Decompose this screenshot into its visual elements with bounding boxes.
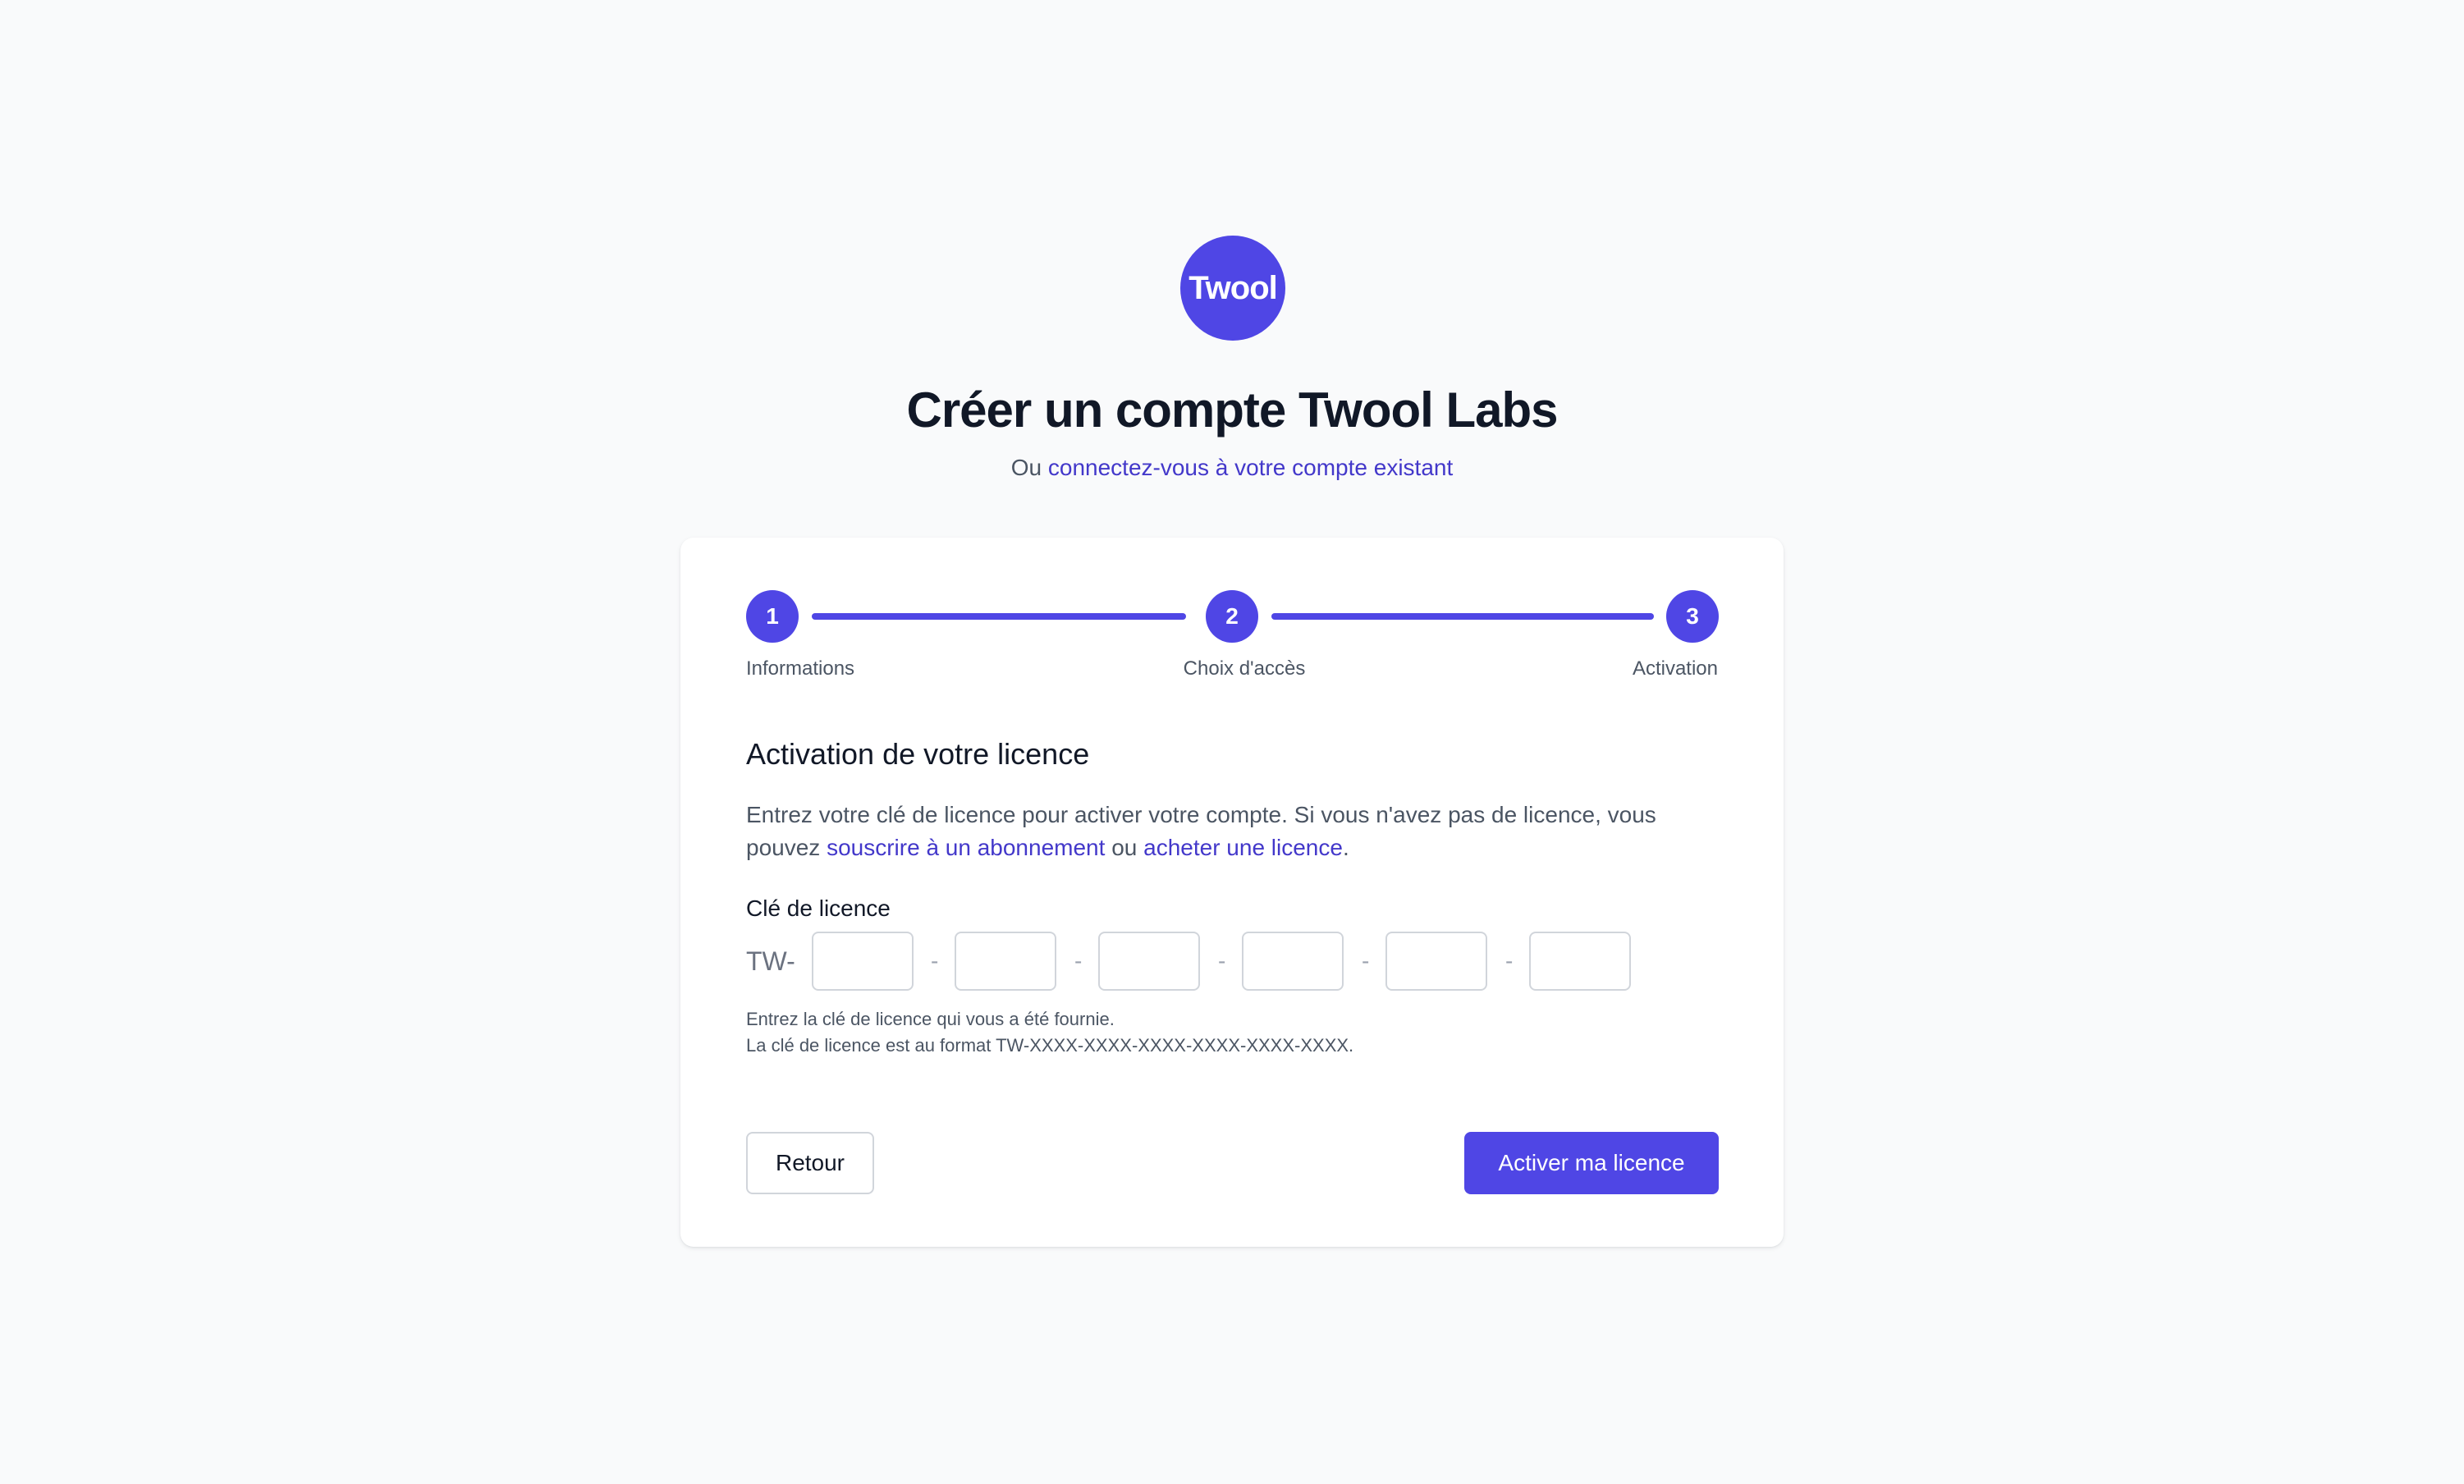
subscribe-link[interactable]: souscrire à un abonnement — [827, 835, 1105, 860]
step-2-number: 2 — [1225, 603, 1239, 629]
license-key-separator: - — [1362, 948, 1370, 973]
license-key-separator: - — [931, 948, 939, 973]
back-button[interactable]: Retour — [746, 1132, 874, 1194]
license-key-help: Entrez la clé de licence qui vous a été … — [746, 1006, 1353, 1059]
license-key-label: Clé de licence — [746, 895, 891, 921]
license-key-prefix: TW- — [746, 946, 795, 976]
license-key-segment-1[interactable] — [812, 932, 914, 991]
step-1-indicator: 1 — [746, 590, 799, 643]
section-title: Activation de votre licence — [746, 737, 1090, 771]
step-2-indicator: 2 — [1206, 590, 1258, 643]
step-1-label: Informations — [746, 657, 855, 680]
step-connector-2-3 — [1271, 613, 1654, 620]
license-key-segment-4[interactable] — [1242, 932, 1344, 991]
step-3-label: Activation — [1632, 657, 1718, 680]
license-key-segment-3[interactable] — [1098, 932, 1200, 991]
description-text-after: . — [1342, 835, 1349, 860]
step-1-number: 1 — [766, 603, 779, 629]
license-description: Entrez votre clé de licence pour activer… — [746, 799, 1723, 864]
description-text-middle: ou — [1111, 835, 1138, 860]
license-key-segment-2[interactable] — [955, 932, 1056, 991]
signup-card: 1 2 3 Informations Choix d'accès Activat… — [680, 538, 1784, 1247]
step-3-number: 3 — [1686, 603, 1699, 629]
brand-logo: Twool — [1180, 236, 1285, 341]
license-key-segment-5[interactable] — [1385, 932, 1487, 991]
step-2-label: Choix d'accès — [1183, 657, 1306, 680]
license-key-separator: - — [1074, 948, 1083, 973]
subtitle-prefix: Ou — [1010, 455, 1042, 480]
help-line-2: La clé de licence est au format TW-XXXX-… — [746, 1035, 1354, 1056]
step-connector-1-2 — [812, 613, 1186, 620]
buy-license-link[interactable]: acheter une licence — [1143, 835, 1343, 860]
license-key-separator: - — [1505, 948, 1514, 973]
step-3-indicator: 3 — [1666, 590, 1719, 643]
page-subtitle: Ou connectez-vous à votre compte existan… — [0, 451, 2464, 484]
activate-license-button[interactable]: Activer ma licence — [1464, 1132, 1719, 1194]
license-key-segment-6[interactable] — [1529, 932, 1631, 991]
login-link[interactable]: connectez-vous à votre compte existant — [1048, 455, 1453, 480]
logo-text: Twool — [1188, 269, 1278, 306]
page-title: Créer un compte Twool Labs — [906, 382, 1559, 437]
license-key-separator: - — [1218, 948, 1226, 973]
help-line-1: Entrez la clé de licence qui vous a été … — [746, 1009, 1115, 1029]
